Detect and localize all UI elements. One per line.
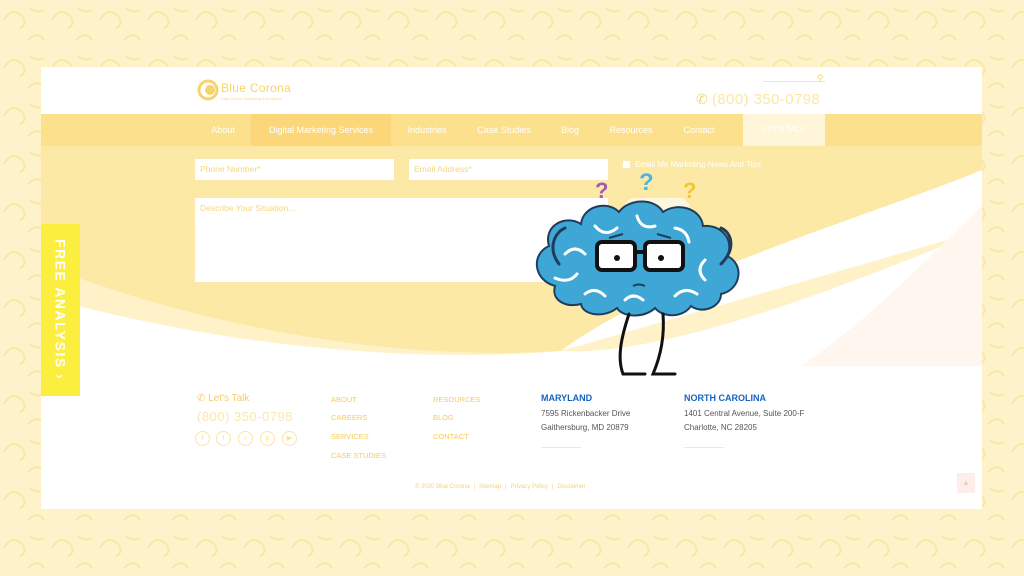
nav-item-industries[interactable]: Industries	[397, 114, 457, 146]
free-analysis-label: FREE ANALYSIS ›	[52, 239, 69, 381]
phone-icon: ✆	[696, 91, 708, 107]
privacy-policy-link[interactable]: Privacy Policy	[511, 484, 548, 490]
nav-item-contact[interactable]: Contact	[671, 114, 727, 146]
phone-icon: ✆	[197, 393, 206, 404]
nav-item-blog[interactable]: Blog	[551, 114, 589, 146]
office-address-line: 1401 Central Avenue, Suite 200-F	[684, 409, 805, 418]
instagram-icon[interactable]: ○	[238, 431, 253, 446]
nav-item-case-studies[interactable]: Case Studies	[469, 114, 539, 146]
office-state-north-carolina: NORTH CAROLINA	[684, 393, 766, 403]
search-input[interactable]	[763, 81, 825, 82]
copyright-bar: © 2020 Blue Corona | Sitemap | Privacy Polic…	[415, 484, 586, 490]
office-state-maryland: MARYLAND	[541, 393, 593, 403]
footer-phone-link[interactable]: (800) 350-0798	[197, 409, 293, 424]
disclaimer-link[interactable]: Disclaimer	[558, 484, 586, 490]
youtube-icon[interactable]: ▶	[282, 431, 297, 446]
footer-lets-talk: ✆ Let's Talk	[197, 393, 249, 404]
confused-brain-illustration: ? ? ?	[535, 169, 740, 376]
copyright-text: © 2020 Blue Corona	[415, 484, 470, 490]
question-mark-icon: ?	[683, 178, 696, 203]
divider	[541, 447, 581, 448]
hero-form-section: Phone Number* Email Address* Email Me Ma…	[41, 146, 982, 366]
office-address-line: Charlotte, NC 28205	[684, 423, 757, 432]
phone-number-input[interactable]: Phone Number*	[194, 158, 395, 181]
footer-link-contact[interactable]: CONTACT	[433, 432, 469, 441]
question-mark-icon: ?	[639, 169, 654, 196]
website-page: Blue Corona Data-Driven Marketing & Anal…	[41, 67, 982, 509]
footer-link-resources[interactable]: RESOURCES	[433, 395, 481, 404]
footer-link-case-studies[interactable]: CASE STUDIES	[331, 451, 386, 460]
site-header: Blue Corona Data-Driven Marketing & Anal…	[41, 67, 982, 114]
footer-link-about[interactable]: ABOUT	[331, 395, 357, 404]
nav-item-digital-marketing-services[interactable]: Digital Marketing Services	[251, 114, 391, 146]
sitemap-link[interactable]: Sitemap	[479, 484, 501, 490]
main-nav: About Digital Marketing Services Industr…	[41, 114, 982, 146]
back-to-top-button[interactable]: ▲	[957, 473, 975, 493]
free-analysis-tab[interactable]: FREE ANALYSIS ›	[41, 224, 80, 396]
search-icon[interactable]: ⚲	[817, 73, 824, 84]
header-phone-link[interactable]: (800) 350-0798	[712, 91, 820, 108]
corona-logo-icon	[197, 79, 219, 101]
logo-text: Blue Corona	[221, 81, 292, 95]
chevron-up-icon: ▲	[962, 478, 970, 487]
footer-link-blog[interactable]: BLOG	[433, 413, 454, 422]
question-mark-icon: ?	[595, 178, 608, 203]
footer-link-careers[interactable]: CAREERS	[331, 413, 367, 422]
footer-lets-talk-label: Let's Talk	[208, 393, 250, 404]
logo-tagline: Data-Driven Marketing & Analytics	[221, 96, 282, 101]
office-address-line: 7595 Rickenbacker Drive	[541, 409, 631, 418]
nav-item-about[interactable]: About	[201, 114, 245, 146]
site-logo[interactable]: Blue Corona Data-Driven Marketing & Anal…	[197, 77, 317, 103]
pinterest-icon[interactable]: p	[260, 431, 275, 446]
footer-link-services[interactable]: SERVICES	[331, 432, 369, 441]
twitter-icon[interactable]: t	[216, 431, 231, 446]
lets-talk-button[interactable]: LET'S TALK	[743, 114, 825, 146]
nav-item-resources[interactable]: Resources	[601, 114, 661, 146]
divider	[684, 447, 724, 448]
facebook-icon[interactable]: f	[195, 431, 210, 446]
office-address-line: Gaithersburg, MD 20879	[541, 423, 629, 432]
